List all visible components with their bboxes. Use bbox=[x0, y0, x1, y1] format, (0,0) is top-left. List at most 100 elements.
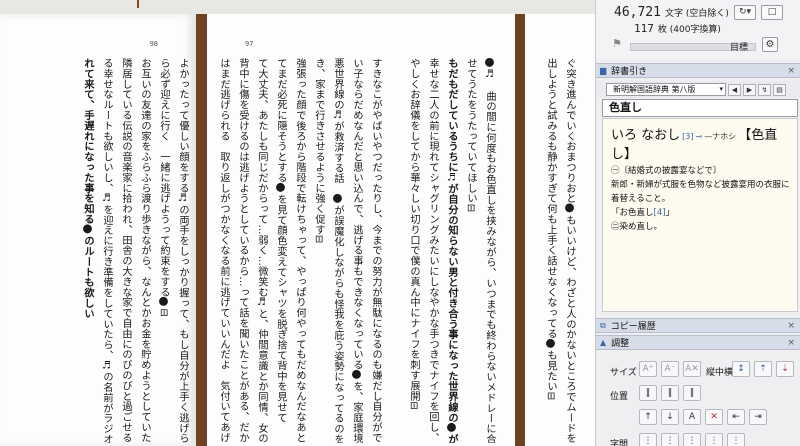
middle-page-text-column[interactable]: すきなこがやばいやつだったりし、今までの努力が無駄になるのも嫌だし自分ができな bbox=[366, 58, 385, 443]
vertical-button-1[interactable]: ↕ bbox=[732, 361, 750, 377]
right-page-text-column[interactable]: 出しようと試みるも静かすぎて何も上手く話せなくなってる🌑も見たい⊟ bbox=[541, 58, 560, 443]
middle-page-text-column[interactable]: 🌑♬ 曲の間に何度もお色直しを挟みながら、いつまでも終わらないメドレーに合わ bbox=[480, 58, 499, 443]
forward-button[interactable]: ▶ bbox=[743, 83, 756, 96]
size-decrease-button[interactable]: A⁻ bbox=[661, 361, 679, 377]
adjust-header[interactable]: ▲ 調整 × bbox=[596, 335, 800, 350]
shift-button-6[interactable]: ⇥ bbox=[749, 409, 767, 425]
shift-a-icon: A bbox=[688, 412, 696, 422]
dictionary-toolbar: 新明解国語辞典 第八版 ▾ ◀ ▶ ↯ ▤ bbox=[596, 81, 800, 98]
entry-accent: —ナホシ bbox=[704, 132, 737, 141]
dictionary-select[interactable]: 新明解国語辞典 第八版 ▾ bbox=[606, 83, 726, 96]
back-button[interactable]: ◀ bbox=[728, 83, 741, 96]
middle-page-text-column[interactable]: もだもだしているうちに♬が自分の知らない男と付き合う事になった世界線の🌑が、 bbox=[442, 58, 461, 443]
middle-page-text-column[interactable]: てまだ必死に隠そうとする🌑を見て顔色変えてシャツを脱ぎ捨て背中を見せて bbox=[271, 58, 290, 443]
spacing-icon-2: ⋮ bbox=[665, 436, 675, 446]
middle-page-text-column[interactable]: 背中に傷を受けるのは逃げようとしているから…って話を聞いたことがある、だから bbox=[233, 58, 252, 443]
link-icon[interactable]: ⊸ bbox=[695, 132, 702, 141]
left-page-text-column[interactable]: る幸せなルートも欲しいし、♬を迎えに行き準備をしていたら、♬の名前がラジオから流 bbox=[97, 58, 116, 443]
size-up-icon: A⁺ bbox=[642, 364, 654, 374]
sidebar: 46,721 文字 (空白除く) ↻▾ □ 117 枚 (400字換算) ⚑ 目… bbox=[595, 0, 800, 446]
dictionary-panel-title: 辞書引き bbox=[611, 67, 648, 77]
spacing-button-3[interactable]: ⋮ bbox=[683, 433, 701, 446]
size-reset-button[interactable]: A✕ bbox=[683, 361, 701, 377]
middle-page-text-column[interactable]: 幸せな二人の前に現れてシャグリングみたいにしなやかな手つきでナイフを回し、うやう bbox=[423, 58, 442, 443]
entry-headword: 【色直 bbox=[738, 128, 778, 143]
align-middle-icon: ‖ bbox=[667, 388, 673, 398]
jump-button[interactable]: ↯ bbox=[758, 83, 771, 96]
tate-clear-icon: ⇣ bbox=[781, 364, 789, 374]
flag-icon: ⚑ bbox=[612, 37, 622, 50]
square-icon: □ bbox=[767, 7, 777, 17]
refresh-button[interactable]: ↻▾ bbox=[734, 5, 756, 20]
char-count-label: 文字 (空白除く) bbox=[664, 9, 729, 19]
middle-page-text-column[interactable]: 悪世界線の♬が救済する話 🌑が誤魔化しながらも怪我を庇う姿勢になってるのを見抜 bbox=[328, 58, 347, 443]
page-left[interactable]: 98 よかったって優しい顔をする♬の両手をしっかり握って、もし自分が上手く逃げら… bbox=[0, 14, 196, 446]
box-button[interactable]: □ bbox=[761, 5, 783, 20]
chevron-down-icon: ▾ bbox=[719, 85, 723, 93]
vertical-button-3[interactable]: ⇣ bbox=[776, 361, 794, 377]
stats-panel: 46,721 文字 (空白除く) ↻▾ □ 117 枚 (400字換算) ⚑ 目… bbox=[596, 0, 800, 58]
spacing-button-2[interactable]: ⋮ bbox=[661, 433, 679, 446]
shift-down-icon: ↓ bbox=[666, 412, 674, 422]
dictionary-search-input[interactable]: 色直し bbox=[602, 99, 798, 117]
size-down-icon: A⁻ bbox=[664, 364, 676, 374]
text-columns-right[interactable]: ぐ突き進んでいくおまつりおと🌑もいいけど、わざと人のかないところでムードを演 出し… bbox=[541, 58, 579, 443]
shift-button-2[interactable]: ↓ bbox=[661, 409, 679, 425]
right-page-text-column[interactable]: ぐ突き進んでいくおまつりおと🌑もいいけど、わざと人のかないところでムードを演 bbox=[560, 58, 579, 443]
left-page-text-column[interactable]: 隣居している伝説の音楽家に拾われ、田舎の大きな家で自由にのびのびと過ごせるように bbox=[116, 58, 135, 443]
middle-page-text-column[interactable]: はまだ逃げられる 取り返しがつかなくなる前に逃げていいんだよ 気付いてあげられて bbox=[214, 58, 233, 443]
dictionary-select-value: 新明解国語辞典 第八版 bbox=[613, 85, 696, 94]
left-page-text-column[interactable]: よかったって優しい顔をする♬の両手をしっかり握って、もし自分が上手く逃げられたら bbox=[173, 58, 192, 443]
size-increase-button[interactable]: A⁺ bbox=[639, 361, 657, 377]
middle-page-text-column[interactable]: き、家まで行きさせるように強く促す⊟ bbox=[309, 58, 328, 443]
goal-label: 目標 bbox=[730, 43, 749, 53]
spacing-button-1[interactable]: ⋮ bbox=[639, 433, 657, 446]
spacing-icon-3: ⋮ bbox=[687, 436, 697, 446]
page-middle[interactable]: 97 🌑♬ 曲の間に何度もお色直しを挟みながら、いつまでも終わらないメドレーに合… bbox=[207, 14, 515, 446]
adjust-icon: ▲ bbox=[600, 338, 607, 347]
entry-number[interactable]: [3] bbox=[682, 132, 693, 141]
middle-page-text-column[interactable]: やしくお辞儀をしてから華々しい切り口で僕の真ん中にナイフを刺す展開⊟ bbox=[404, 58, 423, 443]
page-right[interactable]: ぐ突き進んでいくおまつりおと🌑もいいけど、わざと人のかないところでムードを演 出し… bbox=[525, 14, 595, 446]
sheet-count-value: 117 bbox=[634, 22, 654, 35]
shift-right-icon: ⇥ bbox=[754, 412, 762, 422]
left-page-text-column[interactable]: れて来て、手遅れになった事を知る🌑のルートも欲しい bbox=[78, 58, 97, 443]
size-label: サイズ bbox=[610, 368, 637, 378]
close-icon[interactable]: × bbox=[787, 321, 795, 331]
shift-button-3[interactable]: A bbox=[683, 409, 701, 425]
middle-page-text-column[interactable]: せてうたをうたっていてほしい⊟ bbox=[461, 58, 480, 443]
close-icon[interactable]: × bbox=[787, 338, 795, 348]
shift-left-icon: ⇤ bbox=[732, 412, 740, 422]
left-page-text-column[interactable]: お互いの友達の家をふらふら渡り歩きながら、なんとかお金を貯めようとしていたら、 bbox=[135, 58, 154, 443]
goal-settings-button[interactable]: ⚙ bbox=[762, 37, 778, 52]
char-count-value: 46,721 bbox=[614, 5, 661, 20]
shift-button-4[interactable]: ✕ bbox=[705, 409, 723, 425]
char-count-row: 46,721 文字 (空白除く) bbox=[614, 5, 729, 20]
entry-example-number[interactable]: [4] bbox=[654, 208, 666, 218]
shift-button-5[interactable]: ⇤ bbox=[727, 409, 745, 425]
close-icon[interactable]: × bbox=[787, 66, 795, 76]
shift-up-icon: ↑ bbox=[644, 412, 652, 422]
text-columns-middle[interactable]: 🌑♬ 曲の間に何度もお色直しを挟みながら、いつまでも終わらないメドレーに合わ せて… bbox=[214, 58, 499, 443]
middle-page-text-column[interactable]: て大丈夫、あたしも同じだからって…弱く…微笑む♬と、仲間意識とか同情、女の子 bbox=[252, 58, 271, 443]
tate-icon: ↕ bbox=[737, 364, 745, 374]
top-strip bbox=[0, 0, 595, 14]
middle-page-text-column[interactable] bbox=[385, 58, 404, 443]
dictionary-result: いろ なおし [3] ⊸ —ナホシ 【色直 し】 ㊀〔結婚式の披露宴などで〕 新… bbox=[602, 118, 798, 312]
position-button-3[interactable]: ‖ bbox=[683, 385, 701, 401]
spacing-button-4[interactable]: ⋮ bbox=[705, 433, 723, 446]
middle-page-text-column[interactable]: い子ならだめなんだと思い込んで、逃げる事もできなくなっている🌑を、家庭環境劣 bbox=[347, 58, 366, 443]
dictionary-menu-button[interactable]: ▤ bbox=[773, 83, 786, 96]
dictionary-panel-header[interactable]: ▆ 辞書引き × bbox=[596, 63, 800, 78]
position-button-2[interactable]: ‖ bbox=[661, 385, 679, 401]
left-page-text-column[interactable]: ら必ず迎えに行く 一緒に逃げようって約束をする🌑⊟ bbox=[154, 58, 173, 443]
middle-page-text-column[interactable]: 強張った顔で後ろから階段で転けちゃって、やっぱり何やってもだめなんだなあと自棄 bbox=[290, 58, 309, 443]
vertical-button-2[interactable]: ⇡ bbox=[754, 361, 772, 377]
arrow-left-icon: ◀ bbox=[731, 85, 738, 94]
text-columns-left[interactable]: よかったって優しい顔をする♬の両手をしっかり握って、もし自分が上手く逃げられたら… bbox=[78, 58, 192, 443]
spacing-button-5[interactable]: ⋮ bbox=[727, 433, 745, 446]
entry-example-end: 」 bbox=[665, 208, 675, 218]
copy-history-header[interactable]: ⧉ コピー履歴 × bbox=[596, 318, 800, 333]
position-button-1[interactable]: ‖ bbox=[639, 385, 657, 401]
shift-button-1[interactable]: ↑ bbox=[639, 409, 657, 425]
